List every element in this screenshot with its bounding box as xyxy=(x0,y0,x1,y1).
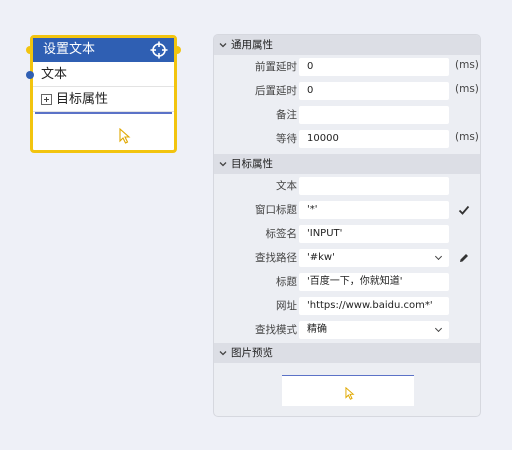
delay-before-row: 前置延时 (ms) xyxy=(214,55,480,79)
title-label: 标题 xyxy=(276,276,297,288)
title-row: 标题 xyxy=(214,270,480,294)
expand-plus-icon[interactable] xyxy=(41,93,52,105)
delay-before-label: 前置延时 xyxy=(255,61,297,73)
tag-name-label: 标签名 xyxy=(265,228,298,240)
chevron-down-icon xyxy=(219,162,227,167)
node-row-target[interactable]: 目标属性 xyxy=(33,87,174,112)
node-preview-area xyxy=(35,112,172,152)
output-port[interactable] xyxy=(173,46,181,54)
find-path-select[interactable]: '#kw' xyxy=(299,249,449,267)
delay-before-input[interactable] xyxy=(299,58,449,76)
note-input[interactable] xyxy=(299,106,449,124)
title-input[interactable] xyxy=(299,273,449,291)
crosshair-icon[interactable] xyxy=(150,41,168,59)
node-header[interactable]: 设置文本 xyxy=(33,38,174,62)
window-title-row: 窗口标题 xyxy=(214,198,480,222)
window-title-input[interactable] xyxy=(299,201,449,219)
node-title: 设置文本 xyxy=(43,42,96,57)
delay-after-label: 后置延时 xyxy=(255,85,297,97)
delay-before-unit: (ms) xyxy=(455,59,479,71)
chevron-down-icon xyxy=(219,351,227,356)
node-row-text: 文本 xyxy=(33,62,174,87)
delay-after-unit: (ms) xyxy=(455,83,479,95)
text-label: 文本 xyxy=(276,180,297,192)
pencil-edit-icon[interactable] xyxy=(458,252,470,264)
node-row-text-label: 文本 xyxy=(41,66,68,82)
url-label: 网址 xyxy=(276,300,297,312)
set-text-node[interactable]: 设置文本 文本 目标属性 xyxy=(26,35,181,153)
pointer-cursor-icon xyxy=(119,128,131,144)
text-input[interactable] xyxy=(299,177,449,195)
wait-label: 等待 xyxy=(276,133,297,145)
text-row: 文本 xyxy=(214,174,480,198)
find-mode-row: 查找模式 精确 xyxy=(214,318,480,342)
general-section-header[interactable]: 通用属性 xyxy=(214,35,480,55)
preview-section-header[interactable]: 图片预览 xyxy=(214,343,480,363)
wait-unit: (ms) xyxy=(455,131,479,143)
find-mode-label: 查找模式 xyxy=(255,324,297,336)
property-panel: 通用属性 前置延时 (ms) 后置延时 (ms) 备注 等待 (ms) 目标属性… xyxy=(213,34,481,417)
note-row: 备注 xyxy=(214,103,480,127)
find-path-label: 查找路径 xyxy=(255,252,297,264)
url-input[interactable] xyxy=(299,297,449,315)
checkmark-icon[interactable] xyxy=(458,204,470,216)
url-row: 网址 xyxy=(214,294,480,318)
window-title-label: 窗口标题 xyxy=(255,204,297,216)
note-label: 备注 xyxy=(276,109,297,121)
chevron-down-icon xyxy=(219,43,227,48)
image-preview xyxy=(282,375,414,406)
find-mode-select[interactable]: 精确 xyxy=(299,321,449,339)
tag-name-row: 标签名 xyxy=(214,222,480,246)
tag-name-input[interactable] xyxy=(299,225,449,243)
general-section-title: 通用属性 xyxy=(231,39,273,51)
preview-section-title: 图片预览 xyxy=(231,347,273,359)
node-row-target-label: 目标属性 xyxy=(56,91,109,107)
pointer-cursor-icon xyxy=(345,387,355,400)
target-section-header[interactable]: 目标属性 xyxy=(214,154,480,174)
delay-after-row: 后置延时 (ms) xyxy=(214,79,480,103)
text-data-port[interactable] xyxy=(26,71,34,79)
find-path-row: 查找路径 '#kw' xyxy=(214,246,480,270)
wait-input[interactable] xyxy=(299,130,449,148)
delay-after-input[interactable] xyxy=(299,82,449,100)
target-section-title: 目标属性 xyxy=(231,158,273,170)
wait-row: 等待 (ms) xyxy=(214,127,480,151)
